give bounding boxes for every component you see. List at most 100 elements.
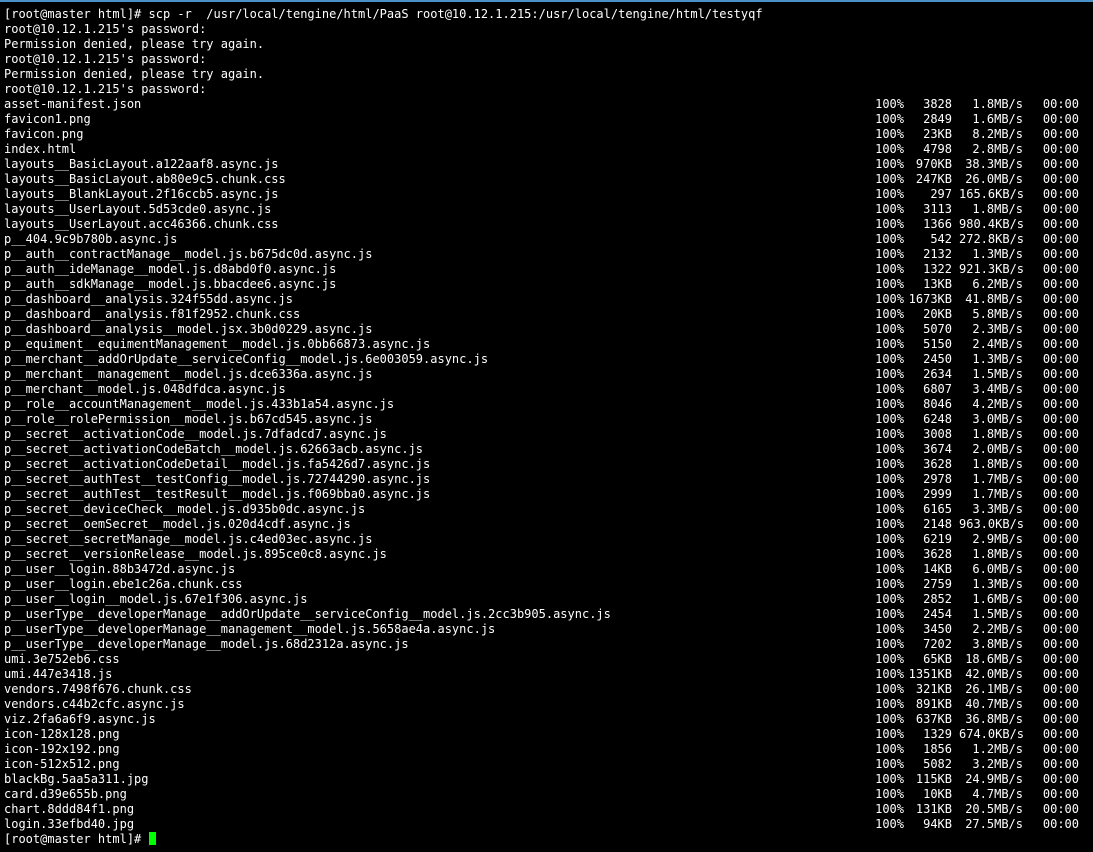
transfer-filename: p__auth__ideManage__model.js.d8abd0f0.as… xyxy=(4,262,337,276)
transfer-size: 5070 xyxy=(923,322,952,336)
transfer-rate: 36.8MB/s xyxy=(965,712,1023,726)
auth-message: root@10.12.1.215's password: xyxy=(4,22,207,36)
transfer-row: p__role__accountManagement__model.js.433… xyxy=(4,397,1093,412)
transfer-size: 5082 xyxy=(923,757,952,771)
transfer-filename: layouts__BlankLayout.2f16ccb5.async.js xyxy=(4,187,279,201)
transfer-eta: 00:00 xyxy=(1042,307,1079,321)
transfer-eta: 00:00 xyxy=(1042,112,1079,126)
transfer-row: p__auth__sdkManage__model.js.bbacdee6.as… xyxy=(4,277,1093,292)
transfer-rate: 1.5MB/s xyxy=(972,367,1023,381)
transfer-rate: 26.1MB/s xyxy=(965,682,1023,696)
transfer-percent: 100% xyxy=(875,802,904,816)
transfer-row: chart.8ddd84f1.png 100% 131KB 20.5MB/s 00:00 xyxy=(4,802,1093,817)
transfer-row: p__secret__deviceCheck__model.js.d935b0d… xyxy=(4,502,1093,517)
transfer-row: favicon.png 100% 23KB 8.2MB/s 00:00 xyxy=(4,127,1093,142)
transfer-size: 7202 xyxy=(923,637,952,651)
transfer-filename: chart.8ddd84f1.png xyxy=(4,802,135,816)
transfer-size: 2634 xyxy=(923,367,952,381)
transfer-size: 891KB xyxy=(915,697,952,711)
transfer-filename: icon-192x192.png xyxy=(4,742,120,756)
transfer-percent: 100% xyxy=(875,427,904,441)
transfer-row: vendors.c44b2cfc.async.js 100% 891KB 40.7MB… xyxy=(4,697,1093,712)
transfer-eta: 00:00 xyxy=(1042,697,1079,711)
transfer-rate: 27.5MB/s xyxy=(965,817,1023,831)
transfer-rate: 2.4MB/s xyxy=(972,337,1023,351)
transfer-percent: 100% xyxy=(875,532,904,546)
transfer-percent: 100% xyxy=(875,787,904,801)
transfer-size: 2148 xyxy=(923,517,952,531)
transfer-row: p__secret__activationCode__model.js.7dfa… xyxy=(4,427,1093,442)
transfer-rate: 1.8MB/s xyxy=(972,202,1023,216)
transfer-percent: 100% xyxy=(875,727,904,741)
transfer-size: 970KB xyxy=(915,157,952,171)
transfer-size: 23KB xyxy=(923,127,952,141)
transfer-rate: 24.9MB/s xyxy=(965,772,1023,786)
transfer-filename: p__secret__activationCode__model.js.7dfa… xyxy=(4,427,387,441)
transfer-filename: p__merchant__management__model.js.dce633… xyxy=(4,367,373,381)
transfer-rate: 1.3MB/s xyxy=(972,577,1023,591)
transfer-eta: 00:00 xyxy=(1042,97,1079,111)
transfer-filename: p__merchant__model.js.048dfdca.async.js xyxy=(4,382,286,396)
transfer-row: p__dashboard__analysis.324f55dd.async.js… xyxy=(4,292,1093,307)
prompt-line[interactable]: [root@master html]# xyxy=(4,832,1093,847)
transfer-size: 3628 xyxy=(923,457,952,471)
transfer-filename: p__secret__versionRelease__model.js.895c… xyxy=(4,547,387,561)
transfer-eta: 00:00 xyxy=(1042,157,1079,171)
transfer-percent: 100% xyxy=(875,367,904,381)
transfer-row: umi.3e752eb6.css 100% 65KB 18.6MB/s 00:00 xyxy=(4,652,1093,667)
transfer-row: vendors.7498f676.chunk.css 100% 321KB 26.1M… xyxy=(4,682,1093,697)
transfer-eta: 00:00 xyxy=(1042,772,1079,786)
transfer-size: 20KB xyxy=(923,307,952,321)
transfer-size: 2849 xyxy=(923,112,952,126)
transfer-eta: 00:00 xyxy=(1042,637,1079,651)
transfer-filename: p__user__login.ebe1c26a.chunk.css xyxy=(4,577,243,591)
transfer-eta: 00:00 xyxy=(1042,622,1079,636)
transfer-rate: 963.0KB/s xyxy=(959,517,1025,531)
transfer-eta: 00:00 xyxy=(1042,502,1079,516)
terminal-window[interactable]: [root@master html]# scp -r /usr/local/te… xyxy=(0,2,1093,852)
transfer-percent: 100% xyxy=(875,112,904,126)
auth-message: Permission denied, please try again. xyxy=(4,67,265,81)
text-cursor xyxy=(148,832,156,845)
transfer-filename: vendors.7498f676.chunk.css xyxy=(4,682,192,696)
transfer-row: p__secret__secretManage__model.js.c4ed03… xyxy=(4,532,1093,547)
transfer-percent: 100% xyxy=(875,697,904,711)
transfer-size: 13KB xyxy=(923,277,952,291)
transfer-rate: 8.2MB/s xyxy=(972,127,1023,141)
transfer-eta: 00:00 xyxy=(1042,562,1079,576)
transfer-row: viz.2fa6a6f9.async.js 100% 637KB 36.8MB/s 00… xyxy=(4,712,1093,727)
transfer-percent: 100% xyxy=(875,412,904,426)
transfer-eta: 00:00 xyxy=(1042,262,1079,276)
transfer-percent: 100% xyxy=(875,502,904,516)
transfer-size: 1322 xyxy=(923,262,952,276)
transfer-percent: 100% xyxy=(875,352,904,366)
transfer-size: 3450 xyxy=(923,622,952,636)
transfer-rate: 18.6MB/s xyxy=(965,652,1023,666)
transfer-percent: 100% xyxy=(875,622,904,636)
transfer-percent: 100% xyxy=(875,322,904,336)
transfer-rate: 1.5MB/s xyxy=(972,607,1023,621)
transfer-percent: 100% xyxy=(875,667,904,681)
transfer-rate: 2.9MB/s xyxy=(972,532,1023,546)
transfer-row: icon-512x512.png 100% 5082 3.2MB/s 00:00 xyxy=(4,757,1093,772)
transfer-row: p__userType__developerManage__management… xyxy=(4,622,1093,637)
transfer-row: p__merchant__addOrUpdate__serviceConfig_… xyxy=(4,352,1093,367)
transfer-filename: p__user__login.88b3472d.async.js xyxy=(4,562,236,576)
transfer-size: 6165 xyxy=(923,502,952,516)
transfer-rate: 674.0KB/s xyxy=(959,727,1025,741)
transfer-eta: 00:00 xyxy=(1042,457,1079,471)
transfer-eta: 00:00 xyxy=(1042,817,1079,831)
transfer-percent: 100% xyxy=(875,202,904,216)
transfer-percent: 100% xyxy=(875,652,904,666)
transfer-filename: layouts__UserLayout.acc46366.chunk.css xyxy=(4,217,279,231)
transfer-row: p__userType__developerManage__addOrUpdat… xyxy=(4,607,1093,622)
transfer-filename: p__auth__sdkManage__model.js.bbacdee6.as… xyxy=(4,277,337,291)
transfer-size: 6248 xyxy=(923,412,952,426)
transfer-filename: p__equiment__equimentManagement__model.j… xyxy=(4,337,431,351)
transfer-percent: 100% xyxy=(875,607,904,621)
transfer-size: 2132 xyxy=(923,247,952,261)
transfer-percent: 100% xyxy=(875,142,904,156)
transfer-rate: 980.4KB/s xyxy=(959,217,1025,231)
transfer-row: layouts__BasicLayout.a122aaf8.async.js 10… xyxy=(4,157,1093,172)
transfer-percent: 100% xyxy=(875,397,904,411)
